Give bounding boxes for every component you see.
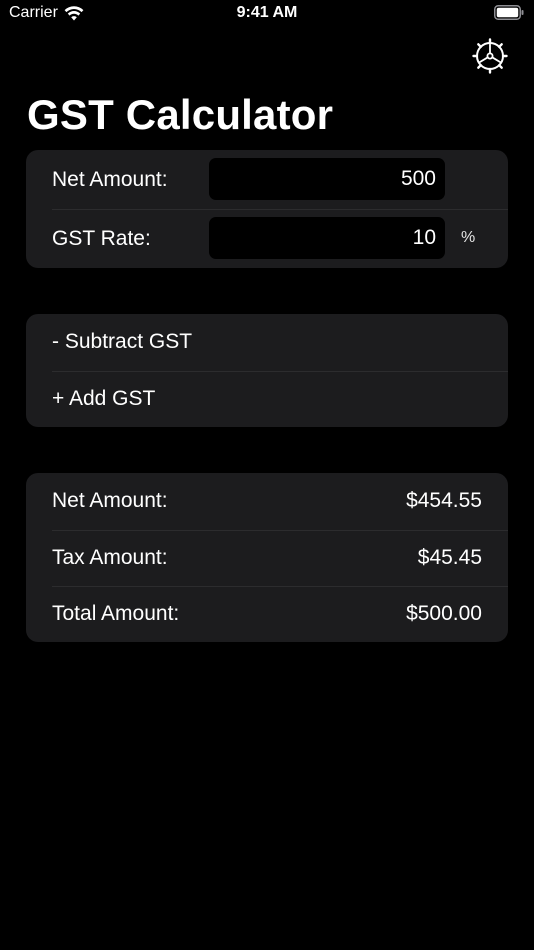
result-total-label: Total Amount:	[52, 602, 180, 626]
action-card: - Subtract GST + Add GST	[26, 314, 508, 427]
net-amount-label: Net Amount:	[52, 167, 168, 191]
input-card: Net Amount: GST Rate: %	[26, 150, 508, 268]
status-time: 9:41 AM	[236, 4, 298, 21]
net-amount-row: Net Amount:	[26, 150, 508, 209]
result-total-value: $500.00	[406, 602, 482, 626]
gst-rate-input[interactable]	[209, 217, 445, 259]
add-gst-button[interactable]: + Add GST	[26, 370, 508, 428]
gear-icon	[472, 38, 508, 74]
result-tax-row: Tax Amount: $45.45	[26, 529, 508, 587]
percent-unit-label: %	[461, 229, 476, 246]
result-net-row: Net Amount: $454.55	[26, 473, 508, 530]
net-amount-input[interactable]	[209, 158, 445, 200]
subtract-gst-button[interactable]: - Subtract GST	[26, 314, 508, 371]
result-tax-label: Tax Amount:	[52, 545, 168, 569]
settings-button[interactable]	[471, 37, 509, 75]
status-bar: Carrier 9:41 AM	[0, 0, 534, 28]
result-tax-value: $45.45	[417, 545, 482, 569]
gst-rate-row: GST Rate: %	[26, 209, 508, 268]
result-total-row: Total Amount: $500.00	[26, 586, 508, 642]
page-title: GST Calculator	[27, 91, 334, 138]
battery-icon	[494, 5, 524, 20]
result-card: Net Amount: $454.55 Tax Amount: $45.45 T…	[26, 473, 508, 642]
gst-rate-label: GST Rate:	[52, 226, 151, 250]
result-net-value: $454.55	[406, 489, 482, 513]
result-net-label: Net Amount:	[52, 489, 168, 513]
